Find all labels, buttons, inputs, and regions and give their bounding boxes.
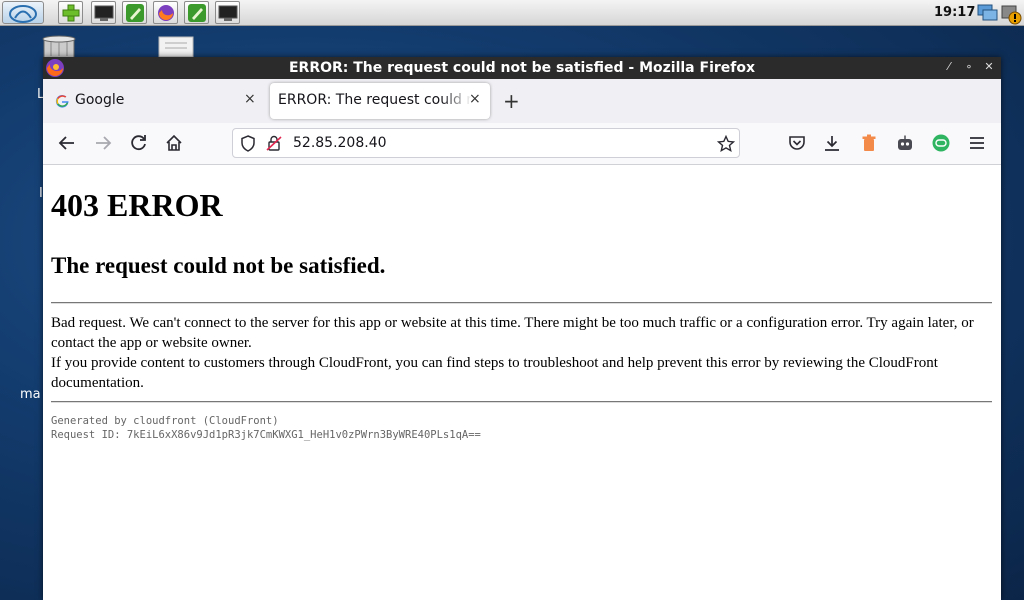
firefox-icon xyxy=(158,5,174,21)
downloads-icon[interactable] xyxy=(823,134,841,152)
firefox-window: ERROR: The request could not be satisfie… xyxy=(43,57,1001,600)
network-icon[interactable] xyxy=(976,3,998,23)
robot-extension-icon[interactable] xyxy=(896,134,914,152)
update-warning-icon[interactable] xyxy=(1000,3,1022,25)
pocket-icon[interactable] xyxy=(788,134,806,152)
vpn-extension-icon[interactable] xyxy=(932,134,950,152)
tab-error-close-icon[interactable]: × xyxy=(469,91,481,107)
tab-error[interactable]: ERROR: The request could not be satisfie… xyxy=(270,83,490,119)
desktop-label-3: ma xyxy=(20,387,41,402)
terminal-launcher-2[interactable] xyxy=(215,1,240,24)
maximize-button[interactable]: ∘ xyxy=(962,60,976,73)
terminal-launcher[interactable] xyxy=(91,1,116,24)
cloudfront-help-text: If you provide content to customers thro… xyxy=(51,355,938,391)
app-menu-icon xyxy=(9,5,37,23)
request-id-text: Request ID: 7kEiL6xX86v9Jd1pR3jk7CmKWXG1… xyxy=(51,429,481,441)
page-content: 403 ERROR The request could not be satis… xyxy=(43,165,1001,600)
divider-bottom xyxy=(51,401,992,403)
google-favicon-icon xyxy=(55,94,69,108)
add-launcher-button[interactable] xyxy=(58,1,83,24)
window-titlebar[interactable]: ERROR: The request could not be satisfie… xyxy=(43,57,1001,79)
tab-google[interactable]: Google × xyxy=(47,83,267,119)
close-window-button[interactable]: ✕ xyxy=(982,60,996,73)
terminal-icon xyxy=(94,5,114,21)
tab-strip: Google × ERROR: The request could not be… xyxy=(43,79,1001,123)
error-heading: 403 ERROR xyxy=(51,187,223,223)
editor-icon xyxy=(188,4,206,22)
bookmark-star-icon[interactable] xyxy=(717,135,735,153)
editor-launcher[interactable] xyxy=(122,1,147,24)
error-subheading: The request could not be satisfied. xyxy=(51,253,386,278)
home-icon[interactable] xyxy=(165,134,183,152)
error-message: Bad request. We can't connect to the ser… xyxy=(51,315,974,351)
document-icon[interactable] xyxy=(157,35,195,57)
divider-top xyxy=(51,302,992,304)
reload-icon[interactable] xyxy=(130,134,148,152)
generated-by-text: Generated by cloudfront (CloudFront) xyxy=(51,415,279,427)
navigation-toolbar: 52.85.208.40 xyxy=(43,123,1001,165)
forward-arrow-icon[interactable] xyxy=(94,134,112,152)
url-text: 52.85.208.40 xyxy=(293,135,387,151)
url-bar[interactable]: 52.85.208.40 xyxy=(232,128,740,158)
firefox-launcher[interactable] xyxy=(153,1,178,24)
insecure-lock-icon[interactable] xyxy=(266,135,282,152)
terminal-icon xyxy=(218,5,238,21)
trash-icon[interactable] xyxy=(40,34,78,58)
app-menu-button[interactable] xyxy=(2,1,44,24)
shield-icon[interactable] xyxy=(240,135,256,152)
hamburger-menu-icon[interactable] xyxy=(968,134,986,152)
delete-extension-icon[interactable] xyxy=(860,134,878,152)
window-title: ERROR: The request could not be satisfie… xyxy=(288,60,756,76)
tab-google-close-icon[interactable]: × xyxy=(244,91,256,107)
tab-error-label: ERROR: The request could not be satisfie… xyxy=(278,92,472,108)
minimize-button[interactable]: ⁄ xyxy=(942,60,956,73)
new-tab-button[interactable]: + xyxy=(503,89,520,113)
editor-icon xyxy=(126,4,144,22)
clock: 19:17 xyxy=(934,5,976,20)
back-arrow-icon[interactable] xyxy=(58,134,76,152)
editor-launcher-2[interactable] xyxy=(184,1,209,24)
taskbar: 19:17 xyxy=(0,0,1024,26)
tab-google-label: Google xyxy=(75,92,125,108)
add-icon xyxy=(62,4,80,22)
